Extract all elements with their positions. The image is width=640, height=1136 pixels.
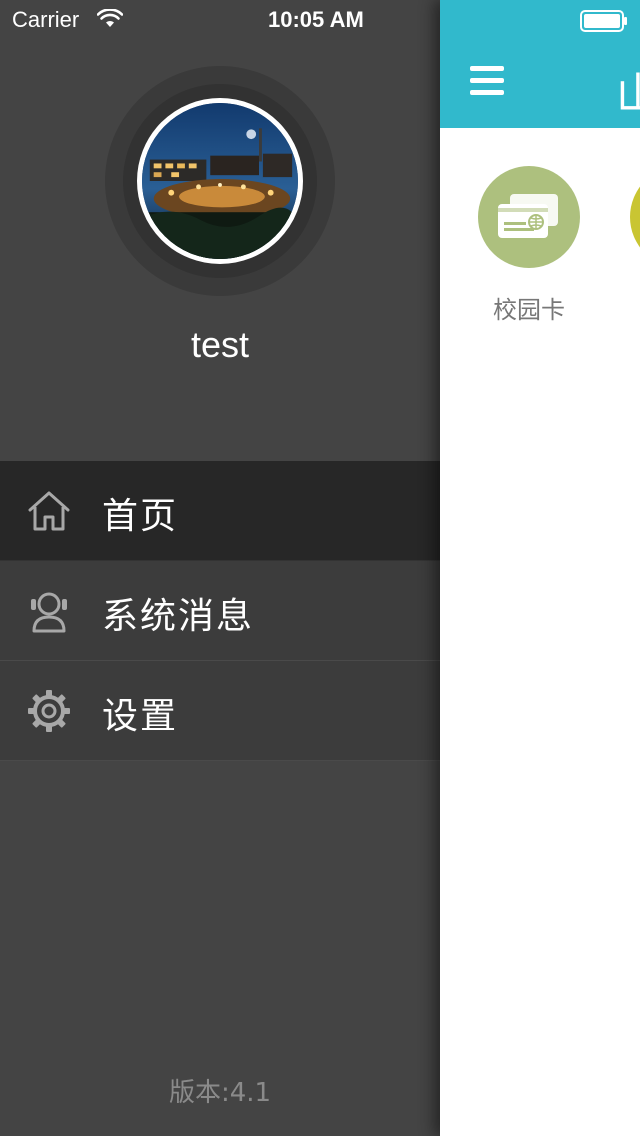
- menu-item-settings[interactable]: 设置: [0, 661, 440, 761]
- menu-item-label: 设置: [102, 696, 179, 737]
- home-icon: [28, 491, 70, 531]
- nav-title: 山: [616, 69, 640, 120]
- menu-item-label: 首页: [102, 496, 179, 537]
- hamburger-menu-icon[interactable]: [470, 66, 508, 100]
- menu-item-messages[interactable]: 系统消息: [0, 561, 440, 661]
- campus-card-icon: [478, 166, 580, 268]
- tile-label: 校园卡: [493, 296, 565, 324]
- side-drawer: test 首页 系统消息 设置 版本:4.1: [0, 0, 440, 1136]
- campus-photo-icon: [142, 103, 298, 259]
- nav-bar: 山: [440, 0, 640, 128]
- drawer-menu: 首页 系统消息 设置: [0, 461, 440, 761]
- gear-icon: [28, 690, 70, 732]
- partial-tile-icon[interactable]: [630, 166, 640, 268]
- menu-item-label: 系统消息: [102, 596, 255, 637]
- user-message-icon: [31, 592, 67, 633]
- version-label: 版本:4.1: [168, 1078, 272, 1108]
- main-panel[interactable]: 山 校园卡: [440, 0, 640, 1136]
- username: test: [190, 324, 250, 365]
- avatar[interactable]: [137, 98, 303, 264]
- tile-campus-card[interactable]: 校园卡: [478, 166, 582, 325]
- menu-item-home[interactable]: 首页: [0, 461, 440, 561]
